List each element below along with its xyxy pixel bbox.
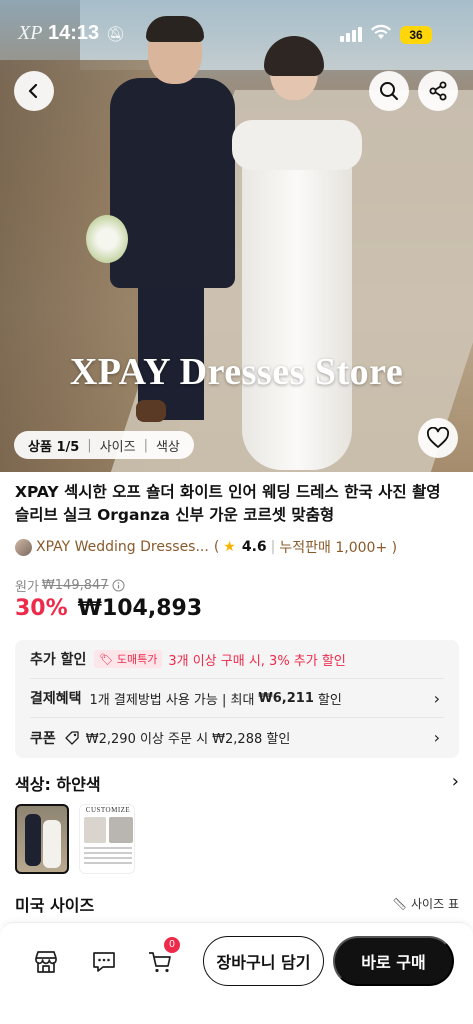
store-icon: [35, 951, 57, 973]
payment-benefit-suffix: 할인: [317, 692, 342, 708]
wifi-icon: [370, 24, 392, 45]
payment-benefit-amount: ₩6,211: [258, 690, 314, 706]
star-icon: ★: [223, 539, 236, 555]
color-option-header[interactable]: 색상: 하얀색 ›: [15, 771, 459, 795]
back-button[interactable]: [14, 71, 54, 111]
color-tab[interactable]: 색상: [156, 436, 180, 455]
status-brand: XP: [18, 22, 43, 44]
cart-count-badge: 0: [164, 937, 180, 953]
store-avatar: [15, 538, 32, 556]
bottom-action-bar: 0 장바구니 담기 바로 구매: [0, 922, 473, 1024]
size-guide-link[interactable]: 📏︎ 사이즈 표: [392, 895, 459, 912]
size-tab[interactable]: 사이즈: [100, 436, 136, 455]
share-icon: [429, 81, 447, 101]
chevron-left-icon: [28, 83, 38, 99]
coupon-label: 쿠폰: [30, 730, 56, 747]
sale-price: 30% ₩104,893: [15, 596, 202, 621]
sales-count: 누적판매 1,000+ ): [279, 540, 398, 556]
store-rating: 4.6: [241, 539, 267, 555]
add-to-cart-button[interactable]: 장바구니 담기: [203, 936, 324, 986]
status-bar: XP 14:13 🔕︎ 36: [0, 0, 473, 60]
benefits-box: 추가 할인 🏷︎ 도매특가 3개 이상 구매 시, 3% 추가 할인 결제혜택 …: [15, 640, 459, 758]
payment-benefit-label: 결제혜택: [30, 691, 82, 707]
size-label: 미국 사이즈: [15, 896, 95, 915]
original-price-value: ₩149,847: [41, 578, 109, 593]
chevron-right-icon: ›: [433, 689, 440, 708]
status-time: 14:13: [48, 22, 100, 44]
bouquet: [86, 215, 128, 263]
open-paren: (: [213, 539, 220, 555]
coupon-text: ₩2,290 이상 주문 시 ₩2,288 할인: [85, 732, 291, 747]
customize-caption: CUSTOMIZE: [85, 806, 131, 814]
original-price: 원가 ₩149,847: [15, 576, 125, 595]
color-label: 색상: 하얀색: [15, 775, 101, 794]
payment-benefit-text: 1개 결제방법 사용 가능 | 최대: [89, 692, 255, 708]
extra-discount-row: 추가 할인 🏷︎ 도매특가 3개 이상 구매 시, 3% 추가 할인: [30, 640, 444, 679]
chevron-right-icon: ›: [433, 728, 440, 747]
payment-benefit-row[interactable]: 결제혜택 1개 결제방법 사용 가능 | 최대 ₩6,211 할인 ›: [30, 679, 444, 718]
discount-percent: 30%: [15, 596, 68, 621]
search-button[interactable]: [369, 71, 409, 111]
product-image[interactable]: XPAY Dresses Store: [0, 0, 473, 472]
price-value: ₩104,893: [77, 596, 203, 621]
store-button[interactable]: [31, 947, 61, 977]
buy-now-button[interactable]: 바로 구매: [333, 936, 454, 986]
chat-icon: [93, 952, 115, 972]
chat-button[interactable]: [89, 947, 119, 977]
coupon-row[interactable]: 쿠폰 ₩2,290 이상 주문 시 ₩2,288 할인 ›: [30, 718, 444, 757]
color-thumb-white[interactable]: [15, 804, 69, 874]
bride-figure: [232, 36, 362, 470]
cellular-signal-icon: [340, 26, 362, 42]
store-name[interactable]: XPAY Wedding Dresses...: [36, 539, 209, 555]
battery-indicator: 36: [400, 26, 432, 44]
wishlist-button[interactable]: [418, 418, 458, 458]
image-counter[interactable]: 상품 1/5: [28, 436, 79, 455]
original-price-label: 원가: [15, 580, 39, 595]
watermark-text: XPAY Dresses Store: [69, 351, 404, 393]
heart-icon: [426, 427, 450, 448]
search-icon: [380, 82, 398, 100]
product-title: XPAY 섹시한 오프 숄더 화이트 인어 웨딩 드레스 한국 사진 촬영 슬리…: [15, 483, 441, 524]
share-button[interactable]: [418, 71, 458, 111]
store-info[interactable]: XPAY Wedding Dresses... ( ★ 4.6 | 누적판매 1…: [15, 537, 397, 557]
color-thumb-customize[interactable]: CUSTOMIZE: [79, 804, 135, 874]
chevron-right-icon: ›: [451, 771, 459, 792]
coupon-tag-icon: [65, 730, 79, 745]
ruler-icon: 📏︎: [391, 897, 408, 911]
cart-icon: [149, 952, 171, 973]
bell-slash-icon: 🔕︎: [106, 25, 126, 43]
size-option-header: 미국 사이즈 📏︎ 사이즈 표: [15, 892, 459, 916]
extra-discount-label: 추가 할인: [30, 652, 87, 668]
image-nav-pill[interactable]: 상품 1/5 | 사이즈 | 색상: [14, 431, 194, 459]
tag-icon: 🏷︎: [99, 653, 114, 666]
info-icon[interactable]: [112, 579, 125, 592]
color-thumbnails: CUSTOMIZE: [15, 804, 135, 874]
wholesale-tag: 🏷︎ 도매특가: [94, 650, 163, 668]
extra-discount-text: 3개 이상 구매 시, 3% 추가 할인: [168, 653, 346, 669]
